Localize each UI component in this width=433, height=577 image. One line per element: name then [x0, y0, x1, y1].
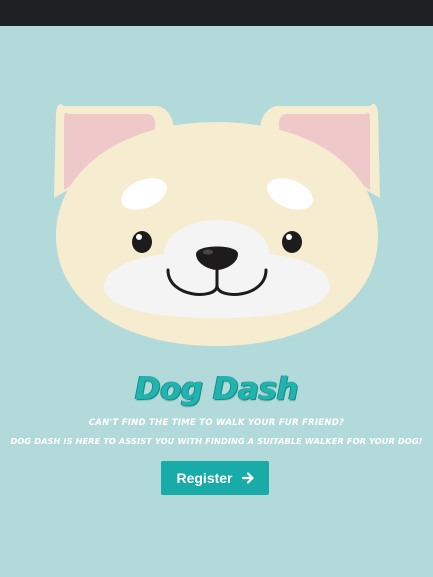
- right-eye-icon: [282, 231, 302, 253]
- left-eye-icon: [132, 231, 152, 253]
- dog-face-illustration: [54, 104, 380, 346]
- arrow-right-icon: [241, 472, 254, 484]
- register-button-label: Register: [176, 470, 233, 486]
- tagline-line-1: Can't find the time to walk your fur fri…: [88, 418, 345, 428]
- tagline-line-2: Dog Dash is here to assist you with find…: [10, 436, 423, 446]
- app-title: Dog Dash: [134, 371, 299, 407]
- register-button[interactable]: Register: [161, 461, 269, 495]
- top-bar: [0, 0, 433, 26]
- landing-page: Dog Dash Can't find the time to walk you…: [0, 26, 433, 577]
